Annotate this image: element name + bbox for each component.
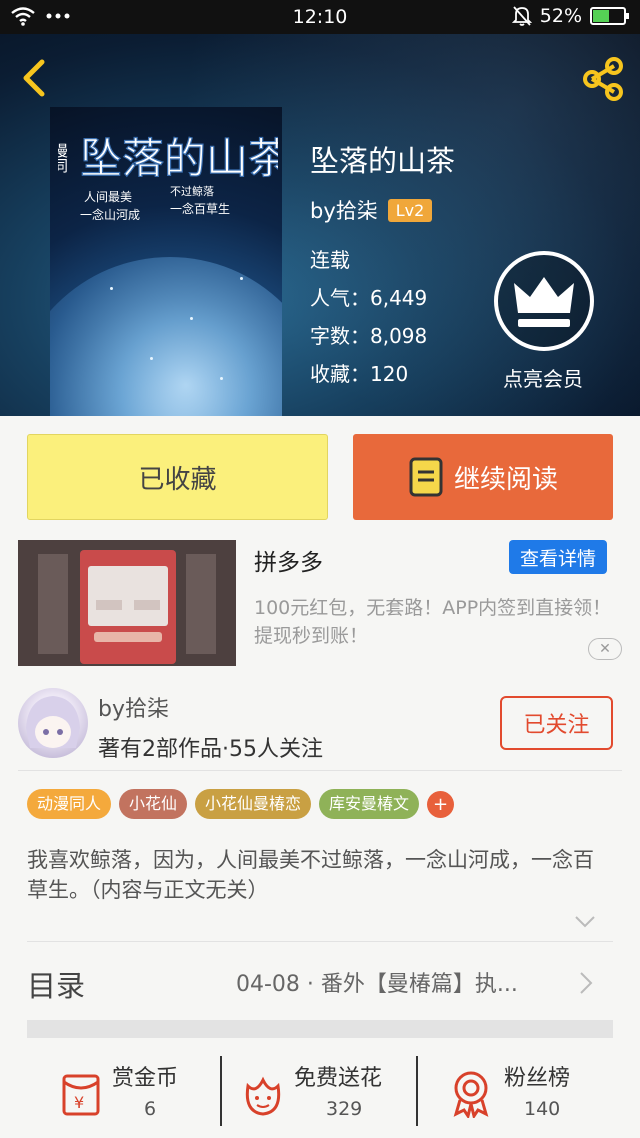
share-icon[interactable]	[578, 54, 628, 104]
collected-label: 已收藏	[138, 464, 217, 495]
ad-description[interactable]: 100元红包，无套路！APP内签到直接领！提现秒到账！	[254, 594, 624, 650]
avatar[interactable]	[18, 688, 88, 758]
cover-sparkle	[240, 277, 243, 280]
chevron-down-icon[interactable]	[574, 914, 596, 930]
serial-status: 连载	[310, 248, 350, 272]
ad-close-icon[interactable]: ✕	[588, 638, 622, 660]
book-icon	[409, 457, 443, 497]
fans-value: 140	[524, 1098, 561, 1120]
bottom-bar: ¥ 赏金币 6 免费送花 329 粉丝榜 140	[0, 1052, 640, 1138]
cover-title-art: 漫同 坠落的山茶 人间最美 不过鲸落 一念山河成 一念百草生	[58, 133, 278, 222]
cover-title: 坠落的山茶	[80, 134, 278, 183]
author-row: by拾柒 Lv2	[310, 195, 433, 225]
ad-detail-button[interactable]: 查看详情	[509, 540, 607, 574]
author-stats: 著有2部作品·55人关注	[98, 737, 323, 762]
cover-line2: 不过鲸落	[170, 184, 214, 198]
cover-sparkle	[150, 357, 153, 360]
level-badge: Lv2	[387, 198, 433, 222]
follow-button[interactable]: 已关注	[500, 696, 613, 750]
svg-text:¥: ¥	[74, 1093, 84, 1112]
cover-line3: 一念山河成	[80, 207, 140, 222]
cover-sparkle	[110, 287, 113, 290]
divider	[18, 770, 622, 771]
tag[interactable]: 小花仙曼椿恋	[195, 789, 312, 819]
tag-list: 动漫同人 小花仙 小花仙曼椿恋 库安曼椿文 +	[27, 789, 455, 819]
flowers-value: 329	[326, 1098, 363, 1120]
red-envelope-icon: ¥	[62, 1074, 100, 1116]
add-tag-button[interactable]: +	[427, 791, 455, 818]
flowers-label: 免费送花	[294, 1066, 383, 1091]
status-bar: 12:10 52%	[0, 0, 640, 34]
popularity-stat: 人气：6,449	[310, 286, 428, 310]
synopsis: 我喜欢鲸落，因为，人间最美不过鲸落，一念山河成，一念百草生。（内容与正文无关）	[27, 848, 594, 902]
tag[interactable]: 库安曼椿文	[319, 789, 420, 819]
reward-label: 赏金币	[112, 1066, 179, 1091]
cover-sparkle	[220, 377, 223, 380]
chevron-left-icon[interactable]	[14, 56, 54, 100]
award-medal-icon	[453, 1071, 489, 1118]
word-count-stat: 字数：8,098	[310, 324, 428, 348]
battery-percent: 52%	[539, 5, 582, 27]
vip-label[interactable]: 点亮会员	[478, 363, 608, 392]
book-title: 坠落的山茶	[310, 144, 456, 178]
author-name[interactable]: by拾柒	[310, 195, 378, 225]
ad-image[interactable]	[18, 540, 236, 666]
cover-line1: 人间最美	[84, 190, 132, 204]
continue-reading-label: 继续阅读	[453, 464, 558, 495]
chevron-right-icon[interactable]	[578, 970, 594, 996]
continue-reading-button[interactable]: 继续阅读	[353, 434, 613, 520]
toc-title[interactable]: 目录	[27, 963, 85, 1005]
crown-icon[interactable]	[494, 251, 594, 351]
collected-button[interactable]: 已收藏	[27, 434, 328, 520]
battery-charging-icon	[590, 7, 629, 25]
book-cover[interactable]: 漫同 坠落的山茶 人间最美 不过鲸落 一念山河成 一念百草生	[50, 107, 282, 416]
cover-sparkle	[190, 317, 193, 320]
divider	[27, 941, 613, 942]
cover-line4: 一念百草生	[170, 201, 230, 216]
fans-label: 粉丝榜	[504, 1066, 571, 1091]
fan-ranking-button[interactable]: 粉丝榜 140	[418, 1052, 640, 1138]
tag[interactable]: 小花仙	[119, 789, 188, 819]
section-spacer	[27, 1020, 613, 1038]
send-flowers-button[interactable]: 免费送花 329	[222, 1052, 416, 1138]
tag[interactable]: 动漫同人	[27, 789, 112, 819]
reward-coins-button[interactable]: ¥ 赏金币 6	[0, 1052, 220, 1138]
cover-series: 漫同	[58, 143, 69, 174]
mute-icon	[511, 6, 532, 26]
cover-moon	[50, 257, 282, 416]
author-name-secondary[interactable]: by拾柒	[98, 691, 169, 723]
favorites-stat: 收藏：120	[310, 362, 409, 386]
book-header: 漫同 坠落的山茶 人间最美 不过鲸落 一念山河成 一念百草生 坠落的山茶 by拾…	[0, 34, 640, 416]
flower-icon	[245, 1076, 281, 1116]
toc-latest-chapter[interactable]: 04-08 · 番外【曼椿篇】执...	[236, 966, 566, 998]
ad-title[interactable]: 拼多多	[254, 543, 323, 577]
reward-value: 6	[144, 1098, 157, 1120]
